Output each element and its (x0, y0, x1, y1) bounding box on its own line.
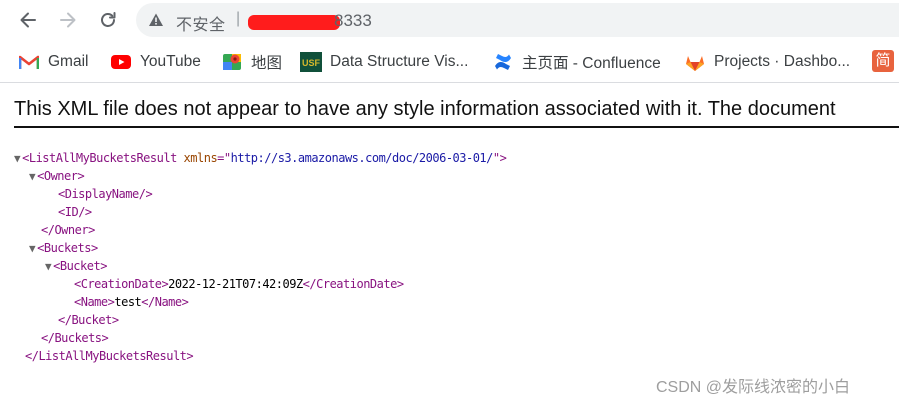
bookmark-label: Projects · Dashbo... (714, 53, 851, 70)
browser-toolbar: 不安全 | 8333 (0, 0, 899, 40)
gmail-icon (18, 52, 40, 72)
back-button[interactable] (16, 8, 40, 32)
xml-line-buckets-close: </Buckets> (41, 331, 109, 345)
bookmark-label: Data Structure Vis... (330, 53, 469, 70)
youtube-icon (110, 52, 132, 72)
bookmark-label: 主页面 - Confluence (522, 55, 661, 72)
xml-line-name: <Name>test</Name> (74, 295, 189, 309)
bookmark-label: YouTube (140, 53, 201, 70)
warning-icon[interactable] (148, 12, 164, 33)
xml-line-bucket-close: </Bucket> (58, 313, 119, 327)
svg-text:USF: USF (302, 58, 321, 68)
confluence-icon (492, 52, 514, 72)
xml-line-root-open: ▼ <ListAllMyBucketsResult xmlns="http://s… (14, 151, 507, 165)
bookmark-maps[interactable]: 地图 (221, 50, 282, 74)
usf-icon: USF (300, 52, 322, 72)
maps-icon (221, 52, 243, 72)
redacted-host (248, 15, 340, 30)
collapse-triangle-icon[interactable]: ▼ (29, 242, 36, 255)
bookmark-data-structure-vis[interactable]: USF Data Structure Vis... (300, 50, 468, 74)
url-text[interactable]: 8333 (334, 11, 372, 31)
xml-line-id: <ID/> (58, 205, 92, 219)
banner-divider (14, 126, 899, 128)
back-arrow-icon (20, 12, 36, 28)
collapse-triangle-icon[interactable]: ▼ (29, 170, 36, 183)
bookmark-label: 地图 (251, 55, 283, 72)
xml-line-displayname: <DisplayName/> (58, 187, 153, 201)
bookmark-gmail[interactable]: Gmail (18, 50, 88, 74)
xml-line-buckets-open: ▼ <Buckets> (29, 241, 98, 255)
csdn-watermark: CSDN @发际线浓密的小白 (656, 379, 851, 396)
xml-line-creationdate: <CreationDate>2022-12-21T07:42:09Z</Crea… (74, 277, 404, 291)
forward-arrow-icon (60, 12, 76, 28)
bookmark-label: Gmail (48, 53, 89, 70)
bookmark-youtube[interactable]: YouTube (110, 50, 201, 74)
xml-line-owner-close: </Owner> (41, 223, 95, 237)
collapse-triangle-icon[interactable]: ▼ (45, 260, 52, 273)
collapse-triangle-icon[interactable]: ▼ (14, 152, 21, 165)
xml-line-root-close: </ListAllMyBucketsResult> (25, 349, 194, 363)
reload-icon (101, 12, 116, 27)
xml-line-owner-open: ▼ <Owner> (29, 169, 85, 183)
reload-button[interactable] (96, 8, 120, 32)
gitlab-icon (684, 52, 706, 72)
bookmark-confluence[interactable]: 主页面 - Confluence (492, 50, 661, 74)
xml-style-banner: This XML file does not appear to have an… (14, 98, 836, 120)
security-status-label[interactable]: 不安全 (176, 11, 226, 35)
address-bar[interactable]: 不安全 | 8333 (136, 3, 899, 37)
xml-line-bucket-open: ▼ <Bucket> (45, 259, 107, 273)
bookmark-jian[interactable]: 简 (872, 50, 894, 72)
bookmark-gitlab-projects[interactable]: Projects · Dashbo... (684, 50, 850, 74)
bookmarks-bar: Gmail YouTube 地图 USF Data Structure Vis.… (0, 42, 899, 83)
jian-icon: 简 (875, 52, 891, 69)
forward-button[interactable] (56, 8, 80, 32)
omnibox-separator: | (236, 10, 241, 27)
